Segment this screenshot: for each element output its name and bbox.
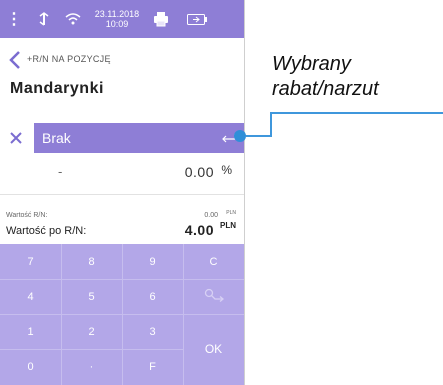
- callout-line-2: rabat/narzut: [272, 78, 379, 100]
- discount-row: Brak: [0, 123, 244, 153]
- amount-row[interactable]: - 0.00 %: [0, 160, 244, 184]
- amount-sign: -: [58, 164, 63, 179]
- key-f[interactable]: F: [122, 349, 183, 384]
- after-rn-unit: PLN: [220, 221, 236, 230]
- rn-value-unit: PLN: [226, 210, 236, 216]
- key-2[interactable]: 2: [61, 314, 122, 349]
- numeric-keypad: 7 8 9 C 4 5 6 1 2 3 OK 0 · F: [0, 244, 244, 385]
- backspace-icon: [203, 288, 225, 305]
- key-backspace[interactable]: [183, 279, 244, 314]
- battery-icon: [185, 0, 209, 38]
- screen-header: +R/N NA POZYCJĘ Mandarynki: [0, 38, 244, 113]
- key-1[interactable]: 1: [0, 314, 61, 349]
- amount-value: 0.00: [184, 164, 214, 180]
- callout-line-1: Wybrany: [272, 53, 351, 75]
- signal-icon: [36, 0, 52, 38]
- page-title: Mandarynki: [10, 80, 104, 97]
- callout-label: Wybrany rabat/narzut: [272, 52, 379, 102]
- key-clear[interactable]: C: [183, 244, 244, 279]
- breadcrumb: +R/N NA POZYCJĘ: [27, 54, 111, 64]
- status-date: 23.11.2018: [94, 9, 140, 19]
- back-chevron-icon[interactable]: [8, 50, 22, 70]
- key-8[interactable]: 8: [61, 244, 122, 279]
- key-decimal[interactable]: ·: [61, 349, 122, 384]
- after-rn-label: Wartość po R/N:: [6, 225, 87, 237]
- discount-select[interactable]: Brak: [34, 123, 244, 153]
- callout-connector: [270, 112, 443, 114]
- rn-value: 0.00: [204, 212, 218, 219]
- after-rn-value: 4.00: [184, 222, 214, 238]
- key-0[interactable]: 0: [0, 349, 61, 384]
- device-screen: ⋮ 23.11.2018 10:09 +R/N NA POZYCJĘ Manda…: [0, 0, 245, 385]
- status-bar: ⋮ 23.11.2018 10:09: [0, 0, 244, 38]
- menu-dots-icon[interactable]: ⋮: [6, 0, 22, 38]
- callout-marker: [234, 130, 246, 142]
- key-6[interactable]: 6: [122, 279, 183, 314]
- divider: [0, 194, 244, 195]
- ok-button[interactable]: OK: [183, 314, 244, 384]
- amount-unit: %: [221, 163, 232, 177]
- key-7[interactable]: 7: [0, 244, 61, 279]
- callout-connector: [270, 112, 272, 137]
- key-4[interactable]: 4: [0, 279, 61, 314]
- key-9[interactable]: 9: [122, 244, 183, 279]
- callout-connector: [246, 135, 272, 137]
- key-5[interactable]: 5: [61, 279, 122, 314]
- status-datetime: 23.11.2018 10:09: [92, 0, 142, 38]
- key-3[interactable]: 3: [122, 314, 183, 349]
- close-icon[interactable]: [6, 128, 26, 148]
- printer-icon: [150, 0, 172, 38]
- status-time: 10:09: [105, 19, 129, 29]
- rn-value-label: Wartość R/N:: [6, 212, 48, 219]
- discount-selected-value: Brak: [42, 130, 71, 146]
- wifi-icon: [64, 0, 82, 38]
